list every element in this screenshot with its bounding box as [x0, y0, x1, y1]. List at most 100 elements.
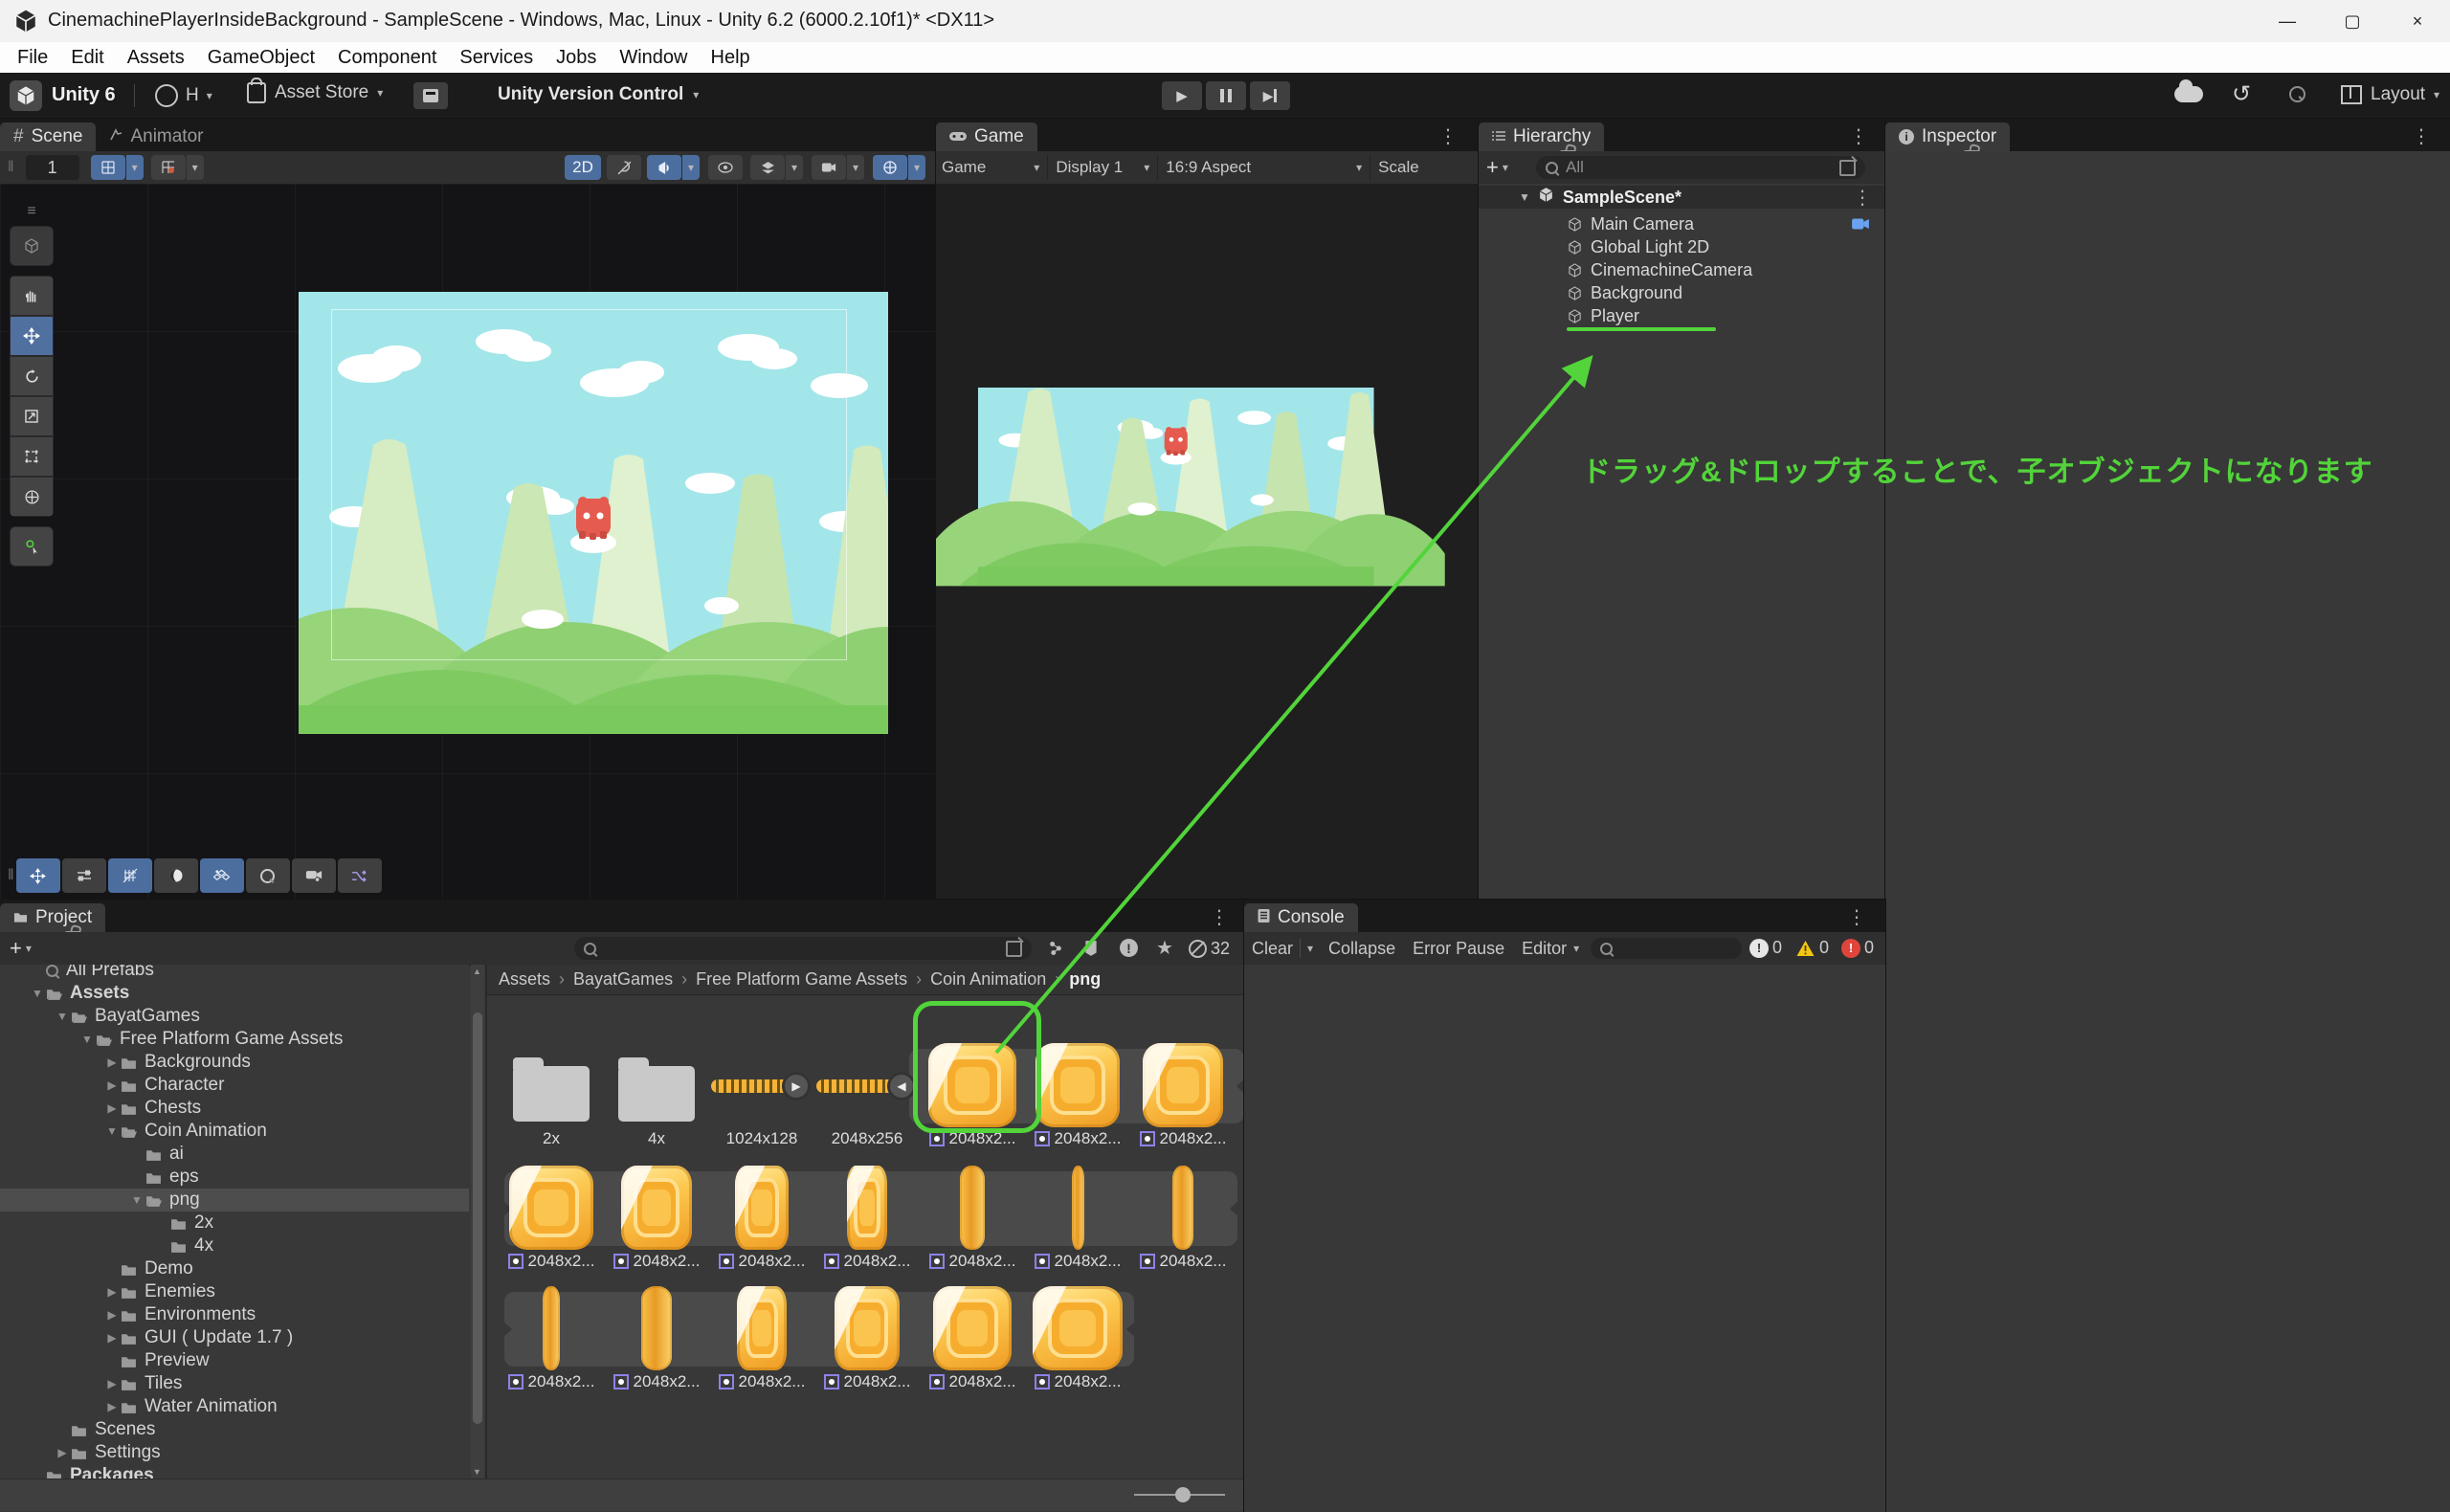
snap-button[interactable]	[151, 155, 186, 180]
tab-console[interactable]: Console	[1244, 903, 1358, 932]
search-by-type-icon[interactable]	[1047, 940, 1064, 962]
editor-dropdown[interactable]: Editor▾	[1522, 939, 1579, 959]
layout-menu[interactable]: Layout ▾	[2341, 84, 2439, 105]
foldout-arrow[interactable]: ▼	[29, 987, 46, 1000]
foldout-arrow[interactable]: ▶	[103, 1285, 121, 1299]
breadcrumb-item-free-platform-game-assets[interactable]: Free Platform Game Assets	[696, 969, 907, 989]
snap-options-caret[interactable]: ▾	[187, 155, 204, 180]
coin-sprite-icon[interactable]	[960, 1166, 985, 1250]
hierarchy-item-player[interactable]: Player	[1479, 304, 1885, 327]
hierarchy-item-background[interactable]: Background	[1479, 281, 1885, 304]
menu-item-services[interactable]: Services	[448, 47, 545, 69]
minimize-button[interactable]: —	[2255, 0, 2320, 42]
tree-item-bayatgames[interactable]: ▼BayatGames	[0, 1005, 469, 1028]
inspector-menu-kebab[interactable]: ⋮	[2412, 124, 2431, 148]
camera-settings-button[interactable]	[812, 155, 846, 180]
tree-item-all-prefabs[interactable]: All Prefabs	[0, 965, 469, 982]
alert-filter-icon[interactable]: !	[1120, 939, 1138, 957]
search-by-label-icon[interactable]	[1083, 940, 1099, 962]
log-count-toggle[interactable]: ! 0	[1749, 938, 1782, 958]
move-tool-button[interactable]	[10, 316, 54, 356]
gizmos-button[interactable]	[873, 155, 907, 180]
foldout-arrow[interactable]: ▶	[54, 1446, 71, 1459]
layers-caret[interactable]: ▾	[786, 155, 803, 180]
tree-item-ai[interactable]: ai	[0, 1143, 469, 1166]
console-search-input[interactable]	[1591, 938, 1742, 959]
tilemap-overlay-button[interactable]	[200, 858, 244, 893]
view-tool-button[interactable]	[10, 226, 54, 266]
folder-asset-icon[interactable]	[513, 1066, 590, 1122]
picker-icon[interactable]	[1839, 160, 1856, 176]
camera-overlay-button[interactable]	[292, 858, 336, 893]
sprite-strip-expand-button[interactable]: ◀	[887, 1072, 916, 1101]
tree-item-4x[interactable]: 4x	[0, 1234, 469, 1257]
hierarchy-item-main-camera[interactable]: Main Camera	[1479, 212, 1885, 235]
tab-animator[interactable]: Animator	[96, 122, 216, 151]
maximize-button[interactable]: ▢	[2320, 0, 2385, 42]
coin-sprite-icon[interactable]	[735, 1166, 789, 1250]
pause-button[interactable]	[1206, 81, 1246, 110]
tree-item-backgrounds[interactable]: ▶Backgrounds	[0, 1051, 469, 1074]
warning-count-toggle[interactable]: 0	[1795, 938, 1829, 958]
breadcrumb-item-assets[interactable]: Assets	[499, 969, 550, 989]
foldout-arrow[interactable]: ▼	[128, 1193, 145, 1207]
coin-sprite-icon[interactable]	[1036, 1043, 1120, 1127]
layers-button[interactable]	[750, 155, 785, 180]
step-button[interactable]: ▶	[1250, 81, 1290, 110]
pan-overlay-button[interactable]	[16, 858, 60, 893]
2d-toggle[interactable]: 2D	[565, 155, 601, 180]
asset-store-menu[interactable]: Asset Store ▾	[247, 82, 383, 103]
hierarchy-menu-kebab[interactable]: ⋮	[1849, 124, 1868, 148]
rotate-tool-button[interactable]	[10, 356, 54, 396]
breadcrumb-item-png[interactable]: png	[1069, 969, 1101, 989]
foldout-arrow[interactable]: ▶	[103, 1308, 121, 1322]
menu-item-help[interactable]: Help	[700, 47, 762, 69]
menu-item-edit[interactable]: Edit	[59, 47, 115, 69]
foldout-arrow[interactable]: ▶	[103, 1377, 121, 1390]
hand-tool-button[interactable]	[10, 276, 54, 316]
foldout-arrow[interactable]: ▼	[78, 1033, 96, 1046]
coin-sprite-icon[interactable]	[737, 1286, 787, 1370]
tree-item-png[interactable]: ▼png	[0, 1189, 469, 1212]
menu-item-component[interactable]: Component	[326, 47, 448, 69]
audio-caret[interactable]: ▾	[682, 155, 700, 180]
scroll-up-icon[interactable]: ▲	[473, 967, 481, 976]
audio-toggle[interactable]	[647, 155, 681, 180]
coin-sprite-icon[interactable]	[621, 1166, 692, 1250]
cloud-icon[interactable]	[2174, 86, 2203, 102]
game-menu-kebab[interactable]: ⋮	[1438, 124, 1458, 148]
pane-divider[interactable]	[485, 965, 487, 1479]
menu-item-gameobject[interactable]: GameObject	[196, 47, 326, 69]
folder-asset-icon[interactable]	[618, 1066, 695, 1122]
scale-tool-button[interactable]	[10, 396, 54, 436]
tree-item-preview[interactable]: Preview	[0, 1349, 469, 1372]
coin-sprite-icon[interactable]	[933, 1286, 1012, 1370]
tab-scene[interactable]: #Scene	[0, 122, 96, 151]
scene-row[interactable]: ▼ SampleScene* ⋮	[1479, 186, 1885, 209]
tab-game[interactable]: Game	[936, 122, 1037, 151]
lighting-toggle[interactable]	[607, 155, 641, 180]
aspect-dropdown[interactable]: 16:9 Aspect▾	[1166, 158, 1362, 177]
sprite-strip-expand-button[interactable]: ▶	[782, 1072, 811, 1101]
tab-hierarchy[interactable]: Hierarchy	[1479, 122, 1604, 151]
picker-icon[interactable]	[1006, 941, 1022, 957]
band-right-notch-icon[interactable]	[1228, 1078, 1244, 1095]
foldout-arrow[interactable]: ▶	[103, 1400, 121, 1413]
foldout-arrow[interactable]: ▶	[103, 1331, 121, 1345]
grid-options-caret[interactable]: ▾	[126, 155, 144, 180]
toolbar-grip[interactable]: ‖	[8, 159, 14, 176]
zoom-slider-thumb[interactable]	[1175, 1487, 1191, 1502]
tree-item-scenes[interactable]: Scenes	[0, 1418, 469, 1441]
coin-sprite-icon[interactable]	[1172, 1166, 1193, 1250]
tree-item-demo[interactable]: Demo	[0, 1257, 469, 1280]
tree-item-assets[interactable]: ▼Assets	[0, 982, 469, 1005]
tree-item-chests[interactable]: ▶Chests	[0, 1097, 469, 1120]
breadcrumb-item-bayatgames[interactable]: BayatGames	[573, 969, 673, 989]
error-pause-button[interactable]: Error Pause	[1413, 939, 1504, 959]
display-dropdown[interactable]: Display 1▾	[1056, 158, 1149, 177]
camera-preview-badge[interactable]	[1851, 217, 1870, 231]
foldout-arrow[interactable]: ▼	[54, 1010, 71, 1023]
rect-tool-button[interactable]	[10, 436, 54, 477]
coin-sprite-icon[interactable]	[509, 1166, 593, 1250]
unity-hub-icon[interactable]	[10, 80, 42, 111]
